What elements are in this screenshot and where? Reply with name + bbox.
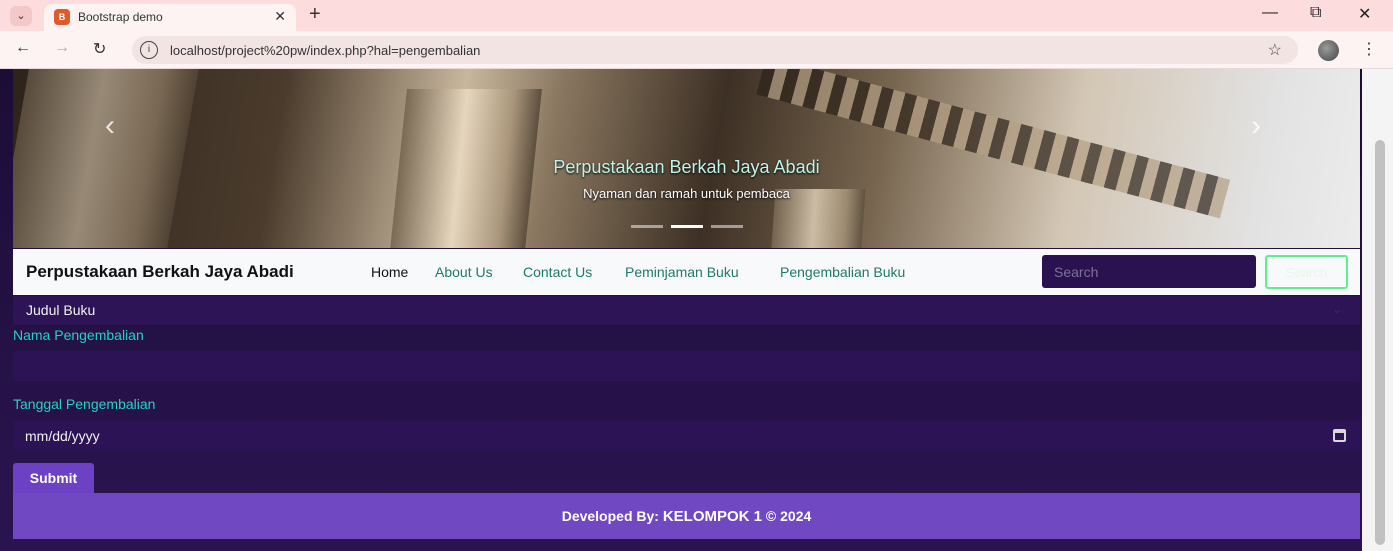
browser-menu-icon[interactable]: ⋮ (1361, 39, 1377, 59)
url-text[interactable]: localhost/project%20pw/index.php?hal=pen… (170, 43, 480, 58)
select-value: Judul Buku (26, 302, 96, 318)
carousel-indicators (631, 225, 743, 228)
nav-about-us[interactable]: About Us (435, 264, 493, 280)
window-close-icon[interactable]: ✕ (1358, 4, 1371, 24)
footer-suffix: © 2024 (765, 508, 812, 524)
page-footer: Developed By: KELOMPOK 1 © 2024 (13, 493, 1360, 539)
favicon-icon: B (54, 9, 70, 25)
new-tab-icon[interactable]: + (309, 3, 321, 26)
nav-home[interactable]: Home (371, 264, 408, 280)
carousel-next-icon[interactable]: › (1251, 109, 1261, 143)
minimize-icon[interactable]: — (1262, 4, 1278, 22)
tanggal-pengembalian-label: Tanggal Pengembalian (13, 396, 156, 412)
tanggal-pengembalian-input[interactable]: mm/dd/yyyy (13, 421, 1360, 451)
nav-peminjaman-buku[interactable]: Peminjaman Buku (625, 264, 739, 280)
reload-icon[interactable]: ↻ (93, 39, 106, 59)
chevron-down-icon: ⌄ (1331, 302, 1342, 316)
profile-avatar[interactable] (1318, 40, 1339, 61)
date-placeholder: mm/dd/yyyy (25, 428, 100, 444)
search-button[interactable]: Search (1265, 255, 1348, 289)
carousel-title: Perpustakaan Berkah Jaya Abadi (553, 157, 820, 177)
browser-tabbar: ⌄ B Bootstrap demo ✕ + — ⧉ ✕ (0, 0, 1393, 31)
nav-pengembalian-buku[interactable]: Pengembalian Buku (780, 264, 905, 280)
address-bar[interactable]: i localhost/project%20pw/index.php?hal=p… (132, 36, 1298, 64)
carousel-indicator[interactable] (711, 225, 743, 228)
browser-toolbar: ← → ↻ i localhost/project%20pw/index.php… (0, 31, 1393, 69)
browser-tab[interactable]: B Bootstrap demo ✕ (44, 4, 296, 31)
nama-pengembalian-label: Nama Pengembalian (13, 327, 144, 343)
close-tab-icon[interactable]: ✕ (274, 8, 286, 25)
bookmark-star-icon[interactable]: ☆ (1268, 40, 1282, 60)
calendar-icon[interactable] (1333, 429, 1346, 442)
tab-title: Bootstrap demo (78, 10, 163, 24)
tab-search-button[interactable]: ⌄ (10, 6, 32, 26)
search-input[interactable] (1042, 255, 1256, 288)
scrollbar-thumb[interactable] (1375, 140, 1385, 545)
site-info-icon[interactable]: i (140, 41, 158, 59)
judul-buku-select[interactable]: Judul Buku ⌄ (13, 296, 1360, 325)
back-icon[interactable]: ← (15, 39, 31, 57)
carousel-prev-icon[interactable]: ‹ (105, 109, 115, 143)
footer-prefix: Developed By: (561, 508, 659, 524)
restore-icon[interactable]: ⧉ (1310, 4, 1321, 22)
submit-button[interactable]: Submit (13, 463, 94, 493)
nama-pengembalian-input[interactable] (13, 351, 1360, 381)
carousel-indicator[interactable] (631, 225, 663, 228)
navbar: Perpustakaan Berkah Jaya Abadi Home Abou… (13, 249, 1360, 295)
navbar-brand[interactable]: Perpustakaan Berkah Jaya Abadi (26, 262, 294, 282)
forward-icon[interactable]: → (54, 39, 70, 57)
nav-contact-us[interactable]: Contact Us (523, 264, 592, 280)
carousel-subtitle: Nyaman dan ramah untuk pembaca (583, 186, 790, 201)
footer-team: KELOMPOK 1 (662, 508, 763, 525)
carousel-indicator-active[interactable] (671, 225, 703, 228)
hero-carousel: ‹ › Perpustakaan Berkah Jaya Abadi Nyama… (13, 69, 1360, 248)
